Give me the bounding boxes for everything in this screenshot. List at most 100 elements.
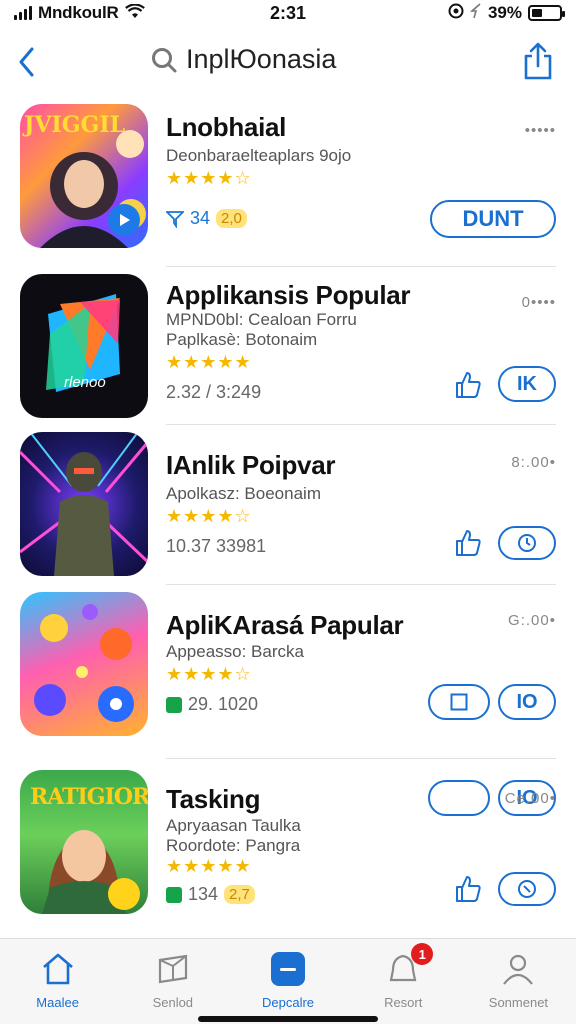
app-name: ApliKArasá Papular — [166, 610, 404, 640]
meta-value: 29. 1020 — [188, 694, 259, 714]
action-button[interactable] — [498, 872, 556, 906]
chevron-left-icon — [19, 47, 34, 77]
star-rating: ★★★★☆ — [166, 664, 252, 684]
app-subtitle: MPND0bl: Cealoan Forru — [166, 310, 357, 329]
divider — [166, 758, 556, 759]
square-button[interactable] — [428, 684, 490, 720]
location-icon — [469, 2, 482, 24]
box-icon — [153, 949, 193, 989]
carrier-name: MndkoulR — [38, 3, 119, 22]
tab-sonmenet[interactable]: Sonmenet — [461, 939, 576, 1024]
battery-percent: 39% — [487, 3, 522, 22]
app-subtitle: Appeasso: Barcka — [166, 642, 304, 661]
more-dots[interactable]: ••••• — [525, 122, 556, 139]
action-button[interactable] — [498, 526, 556, 560]
star-rating: ★★★★☆ — [166, 168, 252, 188]
home-indicator[interactable] — [198, 1016, 378, 1022]
search-field[interactable]: InplЮonasia — [150, 44, 336, 75]
square-icon — [450, 693, 468, 711]
list-item[interactable]: rlenoo Applikansis Popular MPND0bl: Ceal… — [0, 270, 576, 428]
share-icon — [524, 42, 552, 80]
tab-bar: Maalee Senlod Depcalre 1 Resort Sonmenet — [0, 938, 576, 1024]
app-subtitle: Apryaasan Taulka — [166, 816, 301, 835]
person-icon — [498, 949, 538, 989]
star-rating: ★★★★☆ — [166, 506, 252, 526]
tab-label: Sonmenet — [488, 995, 549, 1010]
thumbs-up-icon — [456, 372, 481, 398]
app-icon-text: RATIGIOR — [30, 784, 148, 810]
tab-label: Maalee — [36, 995, 79, 1010]
meta-value: 10.37 33981 — [166, 536, 267, 556]
tab-senlod[interactable]: Senlod — [115, 939, 230, 1024]
battery-icon — [528, 5, 565, 21]
app-icon[interactable]: RATIGIOR — [20, 770, 148, 914]
like-button[interactable] — [454, 370, 482, 400]
filter-icon — [166, 210, 184, 228]
app-icon[interactable] — [20, 432, 148, 576]
bell-icon: 1 — [383, 943, 434, 989]
back-button[interactable] — [8, 42, 44, 82]
app-icon-text: rlenoo — [64, 374, 106, 391]
app-subtitle: Deonbaraelteaplars 9ojo — [166, 146, 352, 165]
thumbs-up-icon — [456, 530, 481, 556]
action-button[interactable]: IΚ — [498, 366, 556, 402]
app-meta: 2.32 / 3:249 — [166, 382, 261, 403]
navigation-bar: InplЮonasia — [0, 36, 576, 86]
app-icon[interactable]: JVIGGIL — [20, 104, 148, 248]
divider — [166, 584, 556, 585]
tab-home[interactable]: Maalee — [0, 939, 115, 1024]
star-rating: ★★★★★ — [166, 352, 252, 372]
tab-resort[interactable]: 1 Resort — [346, 939, 461, 1024]
square-minus-icon — [268, 949, 308, 989]
list-item[interactable]: ApliKArasá Papular Appeasso: Barcka ★★★★… — [0, 586, 576, 816]
search-icon — [152, 47, 177, 72]
share-button[interactable] — [520, 40, 556, 82]
more-dots[interactable]: Ce.00• — [505, 790, 556, 807]
like-button[interactable] — [454, 528, 482, 558]
app-meta: 134 2,7 — [166, 884, 255, 905]
divider — [166, 424, 556, 425]
more-dots[interactable]: 8:.00• — [511, 454, 556, 471]
app-icon[interactable] — [20, 592, 148, 736]
leaf-icon — [166, 886, 182, 903]
star-rating: ★★★★★ — [166, 856, 252, 876]
score-badge: 2,7 — [224, 885, 255, 904]
app-icon[interactable]: rlenoo — [20, 274, 148, 418]
more-dots[interactable]: G:.00• — [508, 612, 556, 629]
meta-value: 34 — [190, 208, 211, 228]
wifi-icon — [124, 2, 145, 24]
status-bar: MndkoulR 2:31 39% — [0, 0, 576, 26]
more-dots[interactable]: 0•••• — [522, 294, 556, 311]
app-name: Applikansis Popular — [166, 280, 411, 310]
leaf-icon — [166, 696, 182, 713]
app-subtitle: Roordote: Pangra — [166, 836, 301, 855]
app-meta: 34 2,0 — [166, 208, 247, 229]
lock-rotation-icon — [448, 3, 464, 24]
play-icon — [108, 204, 140, 236]
app-name: IAnlik Poipvar — [166, 450, 336, 480]
divider — [166, 266, 556, 267]
home-icon — [38, 949, 78, 989]
list-item[interactable]: JVIGGIL Lnobhaial Deonbaraelteaplars 9oj… — [0, 96, 576, 256]
app-name: Tasking — [166, 784, 261, 814]
like-button[interactable] — [454, 874, 482, 904]
tab-depcalre[interactable]: Depcalre — [230, 939, 345, 1024]
tab-label: Depcalre — [261, 995, 315, 1010]
app-subtitle: Paplkasè: Botonaim — [166, 330, 318, 349]
meta-value: 2.32 / 3:249 — [166, 382, 262, 402]
app-subtitle: Apolkasz: Boeonaim — [166, 484, 321, 503]
tab-label: Senlod — [152, 995, 194, 1010]
app-meta: 10.37 33981 — [166, 536, 266, 557]
clock-icon — [518, 534, 536, 552]
app-meta: 29. 1020 — [166, 694, 258, 715]
action-button[interactable]: IO — [498, 684, 556, 720]
notification-badge: 1 — [411, 943, 434, 965]
list-item[interactable]: RATIGIOR Tasking Apryaasan Taulka Roordo… — [0, 764, 576, 936]
list-item[interactable]: IAnlik Poipvar Apolkasz: Boeonaim ★★★★☆ … — [0, 428, 576, 584]
get-button[interactable]: DUNT — [430, 200, 556, 238]
clock-icon — [518, 880, 536, 898]
score-badge: 2,0 — [216, 209, 247, 228]
tab-label: Resort — [384, 995, 423, 1010]
app-name: Lnobhaial — [166, 112, 287, 142]
meta-value: 134 — [188, 884, 219, 904]
